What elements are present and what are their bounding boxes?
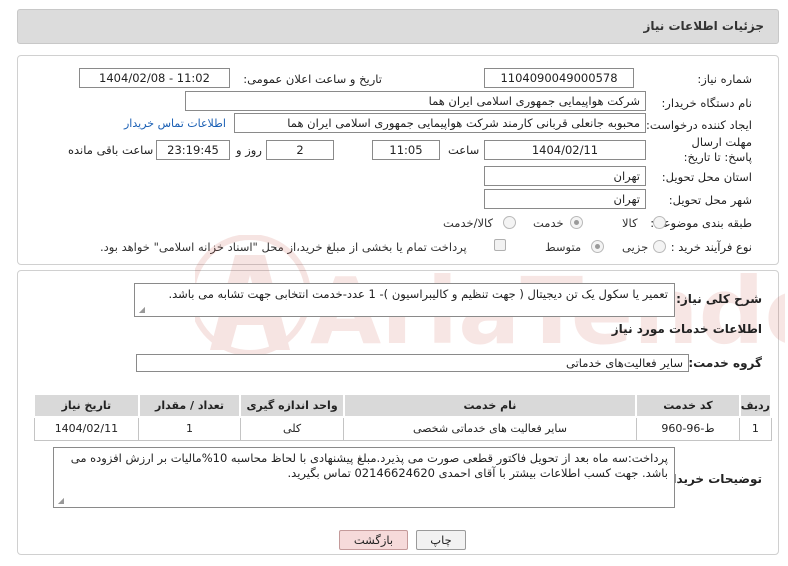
category-goods-radio[interactable]	[653, 216, 666, 229]
col-name-header: نام خدمت	[342, 393, 638, 418]
process-minor-label: جزیی	[622, 240, 649, 254]
remaining-time-label: ساعت باقی مانده	[68, 143, 154, 157]
announce-label: تاریخ و ساعت اعلان عمومی:	[243, 72, 382, 86]
category-goods-service-radio[interactable]	[503, 216, 516, 229]
resize-grip-icon[interactable]: ◢	[137, 306, 145, 314]
treasury-payment-checkbox[interactable]	[494, 239, 506, 251]
service-group-field: سایر فعالیت‌های خدماتی	[136, 354, 689, 372]
requester-field: محبوبه جانعلی قربانی کارمند شرکت هواپیما…	[234, 113, 646, 133]
deadline-time-label: ساعت	[448, 143, 480, 157]
announce-field: 1404/02/08 - 11:02	[79, 68, 230, 88]
category-goods-label: کالا	[622, 216, 638, 230]
notes-textarea: پرداخت:سه ماه بعد از تحویل فاکتور قطعی ص…	[53, 447, 675, 508]
process-medium-radio[interactable]	[591, 240, 604, 253]
resize-grip-icon[interactable]: ◢	[56, 497, 64, 505]
deadline-time-field: 11:05	[372, 140, 440, 160]
page-header: جزئیات اطلاعات نیاز	[17, 9, 779, 44]
col-row-header: ردیف	[738, 393, 773, 418]
city-field: تهران	[484, 189, 646, 209]
category-service-label: خدمت	[533, 216, 564, 230]
table-header-row: ردیف کد خدمت نام خدمت واحد اندازه گیری ت…	[33, 393, 773, 418]
process-medium-label: متوسط	[545, 240, 582, 254]
buyer-contact-link[interactable]: اطلاعات تماس خریدار	[124, 117, 226, 130]
col-unit-header: واحد اندازه گیری	[239, 393, 345, 418]
summary-textarea: تعمیر یا سکول یک تن دیجیتال ( جهت تنظیم …	[134, 283, 675, 317]
back-button[interactable]: بازگشت	[339, 530, 408, 550]
category-goods-service-label: کالا/خدمت	[443, 216, 494, 230]
province-label: استان محل تحویل:	[661, 170, 752, 184]
cell-name: سایر فعالیت های خدماتی شخصی	[343, 416, 637, 441]
print-button[interactable]: چاپ	[416, 530, 466, 550]
notes-text: پرداخت:سه ماه بعد از تحویل فاکتور قطعی ص…	[70, 451, 668, 480]
service-group-label: گروه خدمت:	[688, 356, 762, 370]
cell-date: 1404/02/11	[33, 416, 140, 441]
services-heading: اطلاعات خدمات مورد نیاز	[611, 322, 762, 336]
table-row: 1 ط-96-960 سایر فعالیت های خدماتی شخصی ک…	[33, 416, 772, 441]
category-service-radio[interactable]	[570, 216, 583, 229]
process-minor-radio[interactable]	[653, 240, 666, 253]
services-table: ردیف کد خدمت نام خدمت واحد اندازه گیری ت…	[33, 393, 773, 441]
col-qty-header: تعداد / مقدار	[137, 393, 242, 418]
cell-unit: کلی	[239, 416, 345, 441]
process-label: نوع فرآیند خرید :	[670, 240, 752, 254]
deadline-label: مهلت ارسال پاسخ: تا تاریخ:	[683, 135, 752, 164]
treasury-payment-note: پرداخت تمام یا بخشی از مبلغ خرید،از محل …	[100, 240, 467, 254]
days-field: 2	[266, 140, 334, 160]
deadline-date-field: 1404/02/11	[484, 140, 646, 160]
city-label: شهر محل تحویل:	[668, 193, 752, 207]
need-number-label: شماره نیاز:	[697, 72, 752, 86]
requester-label: ایجاد کننده درخواست:	[646, 118, 752, 132]
buyer-org-field: شرکت هواپیمایی جمهوری اسلامی ایران هما	[185, 91, 646, 111]
buyer-org-label: نام دستگاه خریدار:	[661, 96, 752, 110]
cell-code: ط-96-960	[635, 416, 741, 441]
summary-label: شرح کلی نیاز:	[676, 292, 762, 306]
page-title: جزئیات اطلاعات نیاز	[643, 19, 764, 33]
province-field: تهران	[484, 166, 646, 186]
cell-qty: 1	[138, 416, 241, 441]
col-code-header: کد خدمت	[635, 393, 741, 418]
remaining-time-field: 23:19:45	[156, 140, 230, 160]
notes-label: توضیحات خریدار:	[660, 472, 762, 486]
cell-row: 1	[739, 416, 772, 441]
days-label: روز و	[236, 143, 262, 157]
col-date-header: تاریخ نیاز	[33, 393, 140, 418]
summary-text: تعمیر یا سکول یک تن دیجیتال ( جهت تنظیم …	[168, 287, 668, 301]
need-number-field: 1104090049000578	[484, 68, 634, 88]
